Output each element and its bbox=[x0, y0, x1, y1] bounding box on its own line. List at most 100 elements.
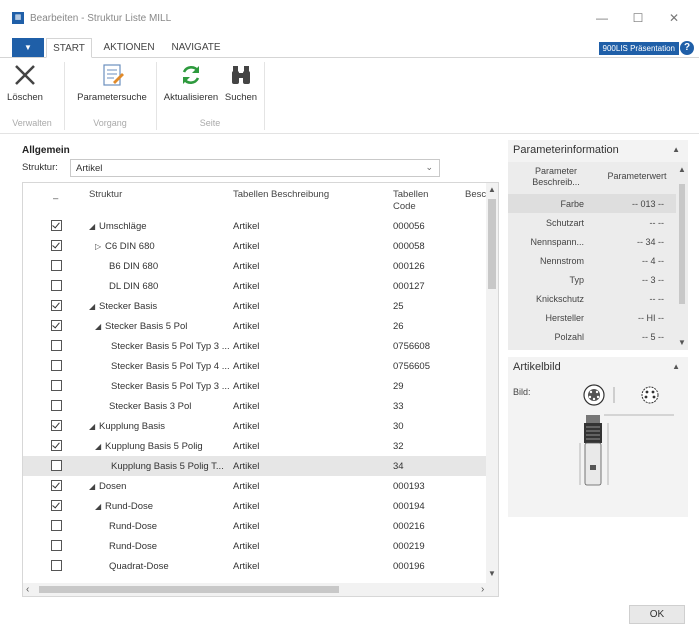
param-scroll-thumb[interactable] bbox=[679, 184, 685, 304]
tab-navigate[interactable]: NAVIGATE bbox=[166, 38, 226, 58]
row-beschreibung-cell: Artikel bbox=[233, 461, 260, 472]
file-menu-button[interactable]: ▼ bbox=[12, 38, 44, 57]
param-row[interactable]: Polzahl -- 5 -- bbox=[508, 327, 676, 346]
table-row[interactable]: ◢ Kupplung Basis Artikel 30 bbox=[23, 416, 488, 436]
param-row[interactable]: Nennspann... -- 34 -- bbox=[508, 232, 676, 251]
table-row[interactable]: ◢ Kupplung Basis 5 Polig Artikel 32 bbox=[23, 436, 488, 456]
scroll-thumb[interactable] bbox=[488, 199, 496, 289]
param-header-name[interactable]: Parameter Beschreib... bbox=[526, 166, 586, 188]
row-checkbox[interactable] bbox=[51, 360, 62, 371]
row-checkbox[interactable] bbox=[51, 280, 62, 291]
row-checkbox[interactable] bbox=[51, 340, 62, 351]
tab-start[interactable]: START bbox=[46, 38, 92, 58]
collapse-icon[interactable]: ◢ bbox=[89, 222, 99, 231]
header-check[interactable]: – bbox=[53, 193, 58, 205]
group-label-vorgang: Vorgang bbox=[93, 118, 127, 128]
collapse-icon[interactable]: ◢ bbox=[95, 442, 105, 451]
table-row[interactable]: Kupplung Basis 5 Polig T... Artikel 34 bbox=[23, 456, 488, 476]
scroll-up-icon[interactable]: ▲ bbox=[678, 165, 686, 174]
row-beschreibung-cell: Artikel bbox=[233, 481, 260, 492]
table-row[interactable]: ◢ Stecker Basis 5 Pol Artikel 26 bbox=[23, 316, 488, 336]
table-row[interactable]: Stecker Basis 5 Pol Typ 3 ... Artikel 29 bbox=[23, 376, 488, 396]
collapse-icon[interactable]: ◢ bbox=[89, 302, 99, 311]
header-struktur[interactable]: Struktur bbox=[89, 189, 122, 201]
table-row[interactable]: Stecker Basis 5 Pol Typ 3 ... Artikel 0756… bbox=[23, 336, 488, 356]
row-checkbox[interactable] bbox=[51, 400, 62, 411]
help-icon[interactable]: ? bbox=[680, 41, 694, 55]
collapse-icon[interactable]: ▲ bbox=[672, 362, 680, 371]
row-checkbox[interactable] bbox=[51, 320, 62, 331]
maximize-button[interactable]: ☐ bbox=[628, 12, 648, 24]
expand-icon[interactable]: ▷ bbox=[95, 242, 105, 251]
row-checkbox[interactable] bbox=[51, 300, 62, 311]
article-image-title: Artikelbild bbox=[513, 361, 561, 373]
hscroll-thumb[interactable] bbox=[39, 586, 339, 593]
param-header-value[interactable]: Parameterwert bbox=[602, 171, 672, 182]
collapse-icon[interactable]: ▲ bbox=[672, 145, 680, 154]
row-checkbox[interactable] bbox=[51, 480, 62, 491]
scroll-right-icon[interactable]: › bbox=[481, 584, 484, 595]
table-row[interactable]: ◢ Rund-Dose Artikel 000194 bbox=[23, 496, 488, 516]
table-row[interactable]: ◢ Umschläge Artikel 000056 bbox=[23, 216, 488, 236]
collapse-icon[interactable]: ◢ bbox=[95, 502, 105, 511]
row-struktur-cell: Stecker Basis 3 Pol bbox=[109, 401, 229, 412]
row-checkbox[interactable] bbox=[51, 220, 62, 231]
scroll-down-icon[interactable]: ▼ bbox=[488, 569, 496, 578]
row-beschreibung-cell: Artikel bbox=[233, 501, 260, 512]
structure-grid[interactable]: – Struktur Tabellen Beschreibung Tabelle… bbox=[22, 182, 499, 597]
grid-vertical-scrollbar[interactable]: ▲ ▼ bbox=[486, 183, 498, 585]
row-checkbox[interactable] bbox=[51, 420, 62, 431]
param-row[interactable]: Typ -- 3 -- bbox=[508, 270, 676, 289]
collapse-icon[interactable]: ◢ bbox=[89, 422, 99, 431]
row-checkbox[interactable] bbox=[51, 440, 62, 451]
row-checkbox[interactable] bbox=[51, 560, 62, 571]
aktualisieren-button[interactable]: Aktualisieren bbox=[160, 62, 222, 103]
param-scrollbar[interactable]: ▲ ▼ bbox=[676, 162, 688, 350]
delete-button[interactable]: Löschen bbox=[4, 62, 46, 103]
table-row[interactable]: DL DIN 680 Artikel 000127 bbox=[23, 276, 488, 296]
table-row[interactable]: ▷ C6 DIN 680 Artikel 000058 bbox=[23, 236, 488, 256]
row-code-cell: 0756605 bbox=[393, 361, 430, 372]
table-row[interactable]: ◢ Stecker Basis Artikel 25 bbox=[23, 296, 488, 316]
struktur-dropdown[interactable]: Artikel ⌄ bbox=[70, 159, 440, 177]
row-code-cell: 34 bbox=[393, 461, 404, 472]
param-row[interactable]: Hersteller -- HI -- bbox=[508, 308, 676, 327]
row-checkbox[interactable] bbox=[51, 520, 62, 531]
ok-button[interactable]: OK bbox=[629, 605, 685, 624]
param-row[interactable]: Schutzart -- -- bbox=[508, 213, 676, 232]
grid-horizontal-scrollbar[interactable]: ‹ › bbox=[23, 583, 498, 596]
row-checkbox[interactable] bbox=[51, 540, 62, 551]
parametersuche-button[interactable]: Parametersuche bbox=[74, 62, 150, 103]
scroll-down-icon[interactable]: ▼ bbox=[678, 338, 686, 347]
header-code[interactable]: Tabellen Code bbox=[393, 189, 428, 213]
table-row[interactable]: Stecker Basis 5 Pol Typ 4 ... Artikel 0756… bbox=[23, 356, 488, 376]
row-checkbox[interactable] bbox=[51, 240, 62, 251]
table-row[interactable]: Rund-Dose Artikel 000216 bbox=[23, 516, 488, 536]
collapse-icon[interactable]: ◢ bbox=[89, 482, 99, 491]
param-row[interactable]: Knickschutz -- -- bbox=[508, 289, 676, 308]
close-button[interactable]: ✕ bbox=[664, 12, 684, 24]
table-row[interactable]: Stecker Basis 3 Pol Artikel 33 bbox=[23, 396, 488, 416]
param-row[interactable]: Farbe -- 013 -- bbox=[508, 194, 676, 213]
minimize-button[interactable]: — bbox=[592, 12, 612, 24]
tab-aktionen[interactable]: AKTIONEN bbox=[98, 38, 160, 58]
row-checkbox[interactable] bbox=[51, 260, 62, 271]
row-checkbox[interactable] bbox=[51, 380, 62, 391]
company-badge[interactable]: 900LIS Präsentation bbox=[598, 42, 679, 55]
scroll-left-icon[interactable]: ‹ bbox=[26, 584, 29, 595]
param-row[interactable]: Nennstrom -- 4 -- bbox=[508, 251, 676, 270]
search-button[interactable]: Suchen bbox=[222, 62, 260, 103]
row-checkbox[interactable] bbox=[51, 460, 62, 471]
parameter-panel-title: Parameterinformation bbox=[513, 144, 619, 156]
scroll-up-icon[interactable]: ▲ bbox=[488, 185, 496, 194]
header-beschreibung[interactable]: Tabellen Beschreibung bbox=[233, 189, 329, 201]
table-row[interactable]: Quadrat-Dose Artikel 000196 bbox=[23, 556, 488, 576]
row-checkbox[interactable] bbox=[51, 500, 62, 511]
collapse-icon[interactable]: ◢ bbox=[95, 322, 105, 331]
table-row[interactable]: Rund-Dose Artikel 000219 bbox=[23, 536, 488, 556]
row-struktur-text: Kupplung Basis 5 Polig T... bbox=[111, 461, 224, 472]
header-besc[interactable]: Besc bbox=[465, 189, 486, 201]
table-row[interactable]: ◢ Dosen Artikel 000193 bbox=[23, 476, 488, 496]
table-row[interactable]: B6 DIN 680 Artikel 000126 bbox=[23, 256, 488, 276]
row-struktur-text: Rund-Dose bbox=[109, 521, 158, 532]
